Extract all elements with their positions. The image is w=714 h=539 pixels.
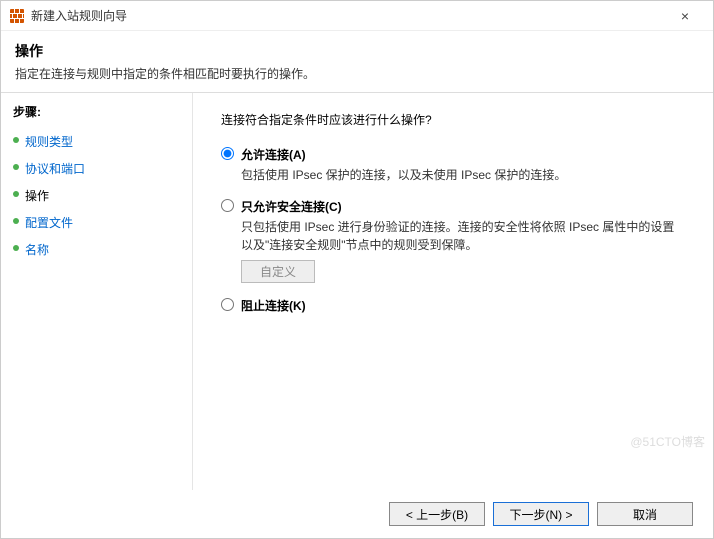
sidebar-item-rule-type[interactable]: 规则类型 (13, 128, 180, 155)
option-secure: 只允许安全连接(C) 只包括使用 IPsec 进行身份验证的连接。连接的安全性将… (221, 198, 685, 283)
watermark: @51CTO博客 (630, 433, 705, 450)
titlebar: 新建入站规则向导 × (1, 1, 713, 31)
steps-list: 规则类型 协议和端口 操作 配置文件 名称 (13, 128, 180, 263)
wizard-footer: < 上一步(B) 下一步(N) > 取消 (1, 490, 713, 538)
option-block: 阻止连接(K) (221, 297, 685, 314)
option-block-label[interactable]: 阻止连接(K) (221, 297, 685, 314)
steps-sidebar: 步骤: 规则类型 协议和端口 操作 配置文件 名称 (1, 93, 193, 490)
page-title: 操作 (15, 41, 699, 61)
option-allow-label[interactable]: 允许连接(A) (221, 146, 685, 163)
sidebar-item-action[interactable]: 操作 (13, 182, 180, 209)
radio-allow[interactable] (221, 147, 234, 160)
option-secure-label[interactable]: 只允许安全连接(C) (221, 198, 685, 215)
option-secure-desc: 只包括使用 IPsec 进行身份验证的连接。连接的安全性将依照 IPsec 属性… (241, 218, 685, 254)
option-allow-desc: 包括使用 IPsec 保护的连接，以及未使用 IPsec 保护的连接。 (241, 166, 685, 184)
option-allow: 允许连接(A) 包括使用 IPsec 保护的连接，以及未使用 IPsec 保护的… (221, 146, 685, 184)
radio-secure[interactable] (221, 199, 234, 212)
wizard-window: 新建入站规则向导 × 操作 指定在连接与规则中指定的条件相匹配时要执行的操作。 … (0, 0, 714, 539)
sidebar-item-protocol-port[interactable]: 协议和端口 (13, 155, 180, 182)
back-button[interactable]: < 上一步(B) (389, 502, 485, 526)
next-button[interactable]: 下一步(N) > (493, 502, 589, 526)
cancel-button[interactable]: 取消 (597, 502, 693, 526)
radio-block[interactable] (221, 298, 234, 311)
close-icon[interactable]: × (665, 8, 705, 24)
question-text: 连接符合指定条件时应该进行什么操作? (221, 111, 685, 128)
option-secure-title: 只允许安全连接(C) (241, 198, 342, 215)
wizard-header: 操作 指定在连接与规则中指定的条件相匹配时要执行的操作。 (1, 31, 713, 92)
option-block-title: 阻止连接(K) (241, 297, 306, 314)
sidebar-item-profile[interactable]: 配置文件 (13, 209, 180, 236)
option-allow-title: 允许连接(A) (241, 146, 306, 163)
wizard-main: 连接符合指定条件时应该进行什么操作? 允许连接(A) 包括使用 IPsec 保护… (193, 93, 713, 490)
page-subtitle: 指定在连接与规则中指定的条件相匹配时要执行的操作。 (15, 65, 699, 82)
firewall-icon (9, 8, 25, 24)
window-title: 新建入站规则向导 (31, 7, 665, 24)
wizard-body: 步骤: 规则类型 协议和端口 操作 配置文件 名称 连接符合指定条件时应该进行什… (1, 92, 713, 490)
customize-button: 自定义 (241, 260, 315, 283)
sidebar-item-name[interactable]: 名称 (13, 236, 180, 263)
steps-label: 步骤: (13, 103, 180, 120)
